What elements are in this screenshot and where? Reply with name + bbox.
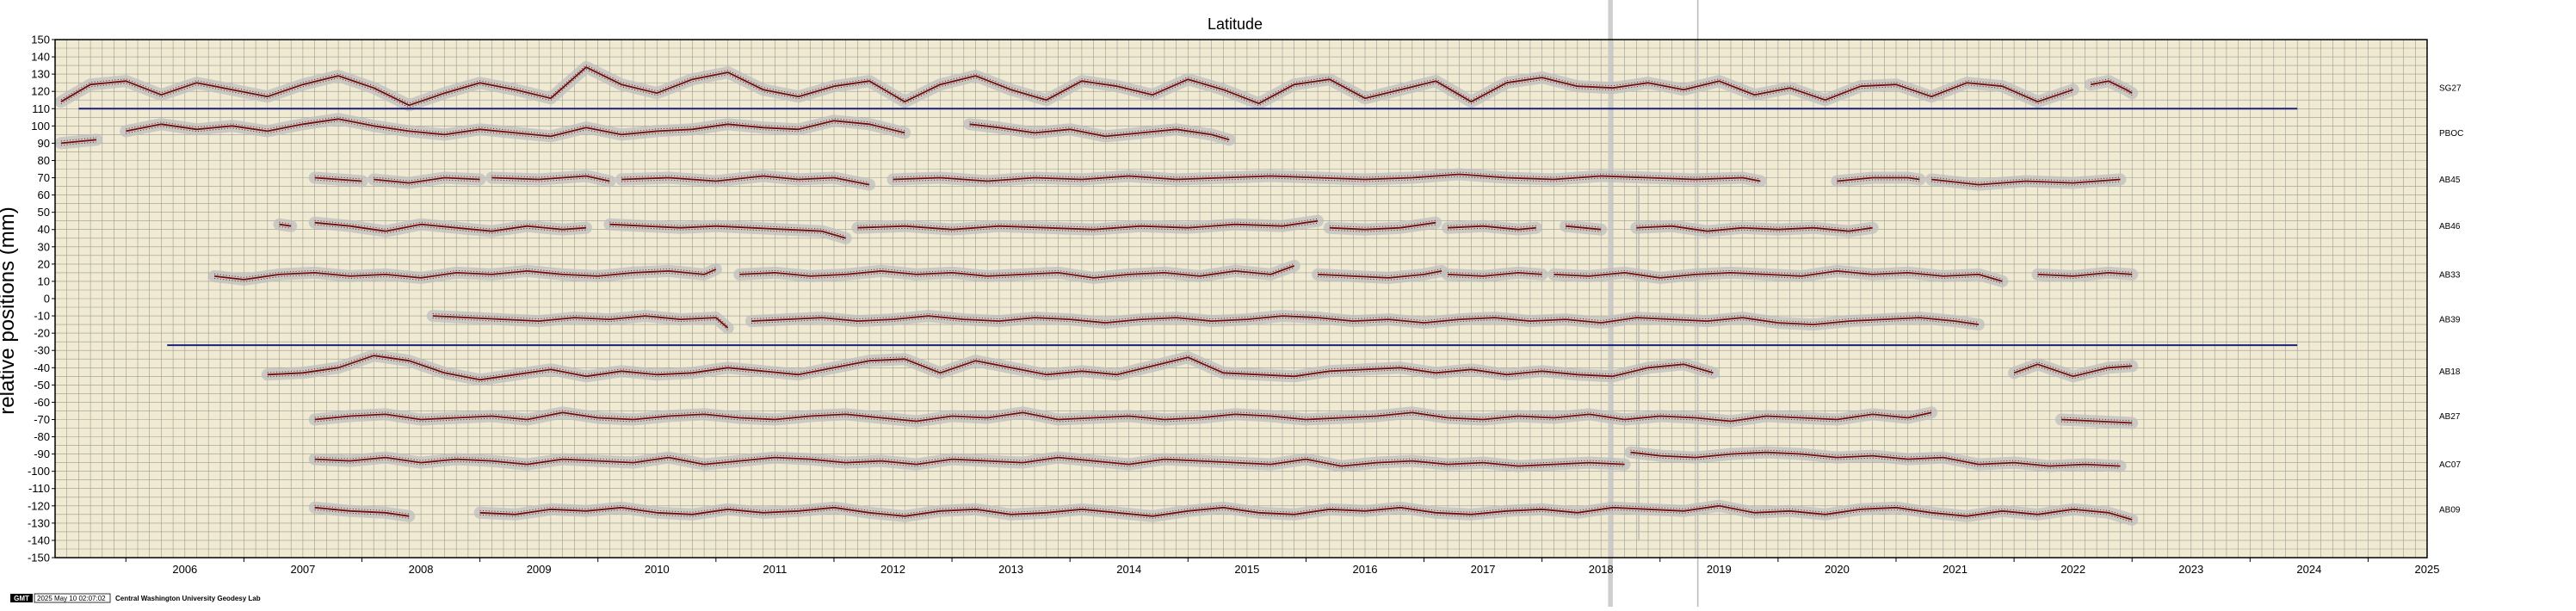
grid-group xyxy=(54,39,2428,559)
y-tick-label: 20 xyxy=(38,257,50,270)
x-tick-label: 2016 xyxy=(1353,563,1378,576)
chart-svg: Latitude relative positions (mm) SG27 PBO… xyxy=(0,0,2463,607)
y-axis: 1501401301201101009080706050403020100-10… xyxy=(28,34,55,565)
credit-text: Central Washington University Geodesy La… xyxy=(115,595,261,602)
x-tick-label: 2013 xyxy=(998,563,1023,576)
y-tick-label: -10 xyxy=(34,310,50,323)
station-label-ac07: AC07 xyxy=(2439,460,2461,470)
y-tick-label: 0 xyxy=(44,293,50,306)
y-tick-label: -60 xyxy=(34,396,50,409)
station-label-pboc: PBOC xyxy=(2439,129,2463,139)
y-tick-label: -90 xyxy=(34,447,50,460)
station-label-ab33: AB33 xyxy=(2439,270,2461,280)
x-tick-label: 2022 xyxy=(2060,563,2085,576)
x-tick-label: 2015 xyxy=(1234,563,1259,576)
y-tick-label: 120 xyxy=(31,85,50,98)
y-tick-label: -120 xyxy=(28,499,50,512)
y-tick-label: 50 xyxy=(38,206,50,219)
station-label-ab39: AB39 xyxy=(2439,316,2461,325)
y-tick-label: -40 xyxy=(34,361,50,374)
x-tick-label: 2009 xyxy=(527,563,552,576)
y-tick-label: 150 xyxy=(31,34,50,46)
x-tick-label: 2010 xyxy=(645,563,670,576)
x-tick-label: 2023 xyxy=(2178,563,2203,576)
x-tick-label: 2019 xyxy=(1707,563,1732,576)
station-label-sg27: SG27 xyxy=(2439,84,2462,94)
x-tick-label: 2024 xyxy=(2296,563,2321,576)
station-label-ab45: AB45 xyxy=(2439,176,2461,185)
x-tick-label: 2008 xyxy=(409,563,434,576)
chart-title: Latitude xyxy=(1208,15,1263,33)
y-tick-label: 130 xyxy=(31,68,50,81)
y-tick-label: -30 xyxy=(34,344,50,357)
y-tick-label: 70 xyxy=(38,171,50,184)
y-tick-label: -130 xyxy=(28,516,50,529)
y-axis-label: relative positions (mm) xyxy=(0,207,19,414)
x-tick-label: 2011 xyxy=(763,563,787,576)
x-tick-label: 2017 xyxy=(1471,563,1496,576)
x-tick-label: 2018 xyxy=(1589,563,1614,576)
y-tick-label: 40 xyxy=(38,223,50,236)
y-tick-label: 10 xyxy=(38,275,50,287)
x-tick-label: 2020 xyxy=(1825,563,1850,576)
y-tick-label: -50 xyxy=(34,379,50,392)
y-tick-label: 140 xyxy=(31,51,50,64)
timestamp-text: 2025 May 10 02:07:02 xyxy=(37,595,106,602)
y-tick-label: 30 xyxy=(38,240,50,253)
y-tick-label: -150 xyxy=(28,552,50,565)
y-tick-label: 80 xyxy=(38,154,50,167)
station-label-ab09: AB09 xyxy=(2439,505,2461,515)
x-tick-label: 2025 xyxy=(2415,563,2440,576)
x-tick-label: 2021 xyxy=(1943,563,1968,576)
y-tick-label: -100 xyxy=(28,465,50,478)
y-tick-label: 110 xyxy=(32,102,50,115)
y-tick-label: -70 xyxy=(34,413,50,426)
station-label-ab18: AB18 xyxy=(2439,367,2461,377)
gmt-logo-text: GMT xyxy=(14,595,29,602)
y-tick-label: -140 xyxy=(28,534,50,546)
y-tick-label: -110 xyxy=(28,482,50,495)
y-tick-label: -80 xyxy=(34,430,50,443)
station-label-ab27: AB27 xyxy=(2439,412,2461,422)
x-axis: 2006 2007 2008 2009 2010 2011 2012 2013 2014 2015… xyxy=(125,558,2440,576)
x-tick-label: 2007 xyxy=(290,563,315,576)
y-tick-label: -20 xyxy=(34,327,50,340)
x-tick-label: 2014 xyxy=(1116,563,1141,576)
chart-root: Latitude relative positions (mm) SG27 PBO… xyxy=(0,0,2576,607)
y-tick-label: 90 xyxy=(38,137,50,150)
station-label-ab46: AB46 xyxy=(2439,222,2461,231)
y-tick-label: 100 xyxy=(31,120,50,133)
x-tick-label: 2012 xyxy=(880,563,905,576)
y-tick-label: 60 xyxy=(38,188,50,201)
x-tick-label: 2006 xyxy=(172,563,197,576)
